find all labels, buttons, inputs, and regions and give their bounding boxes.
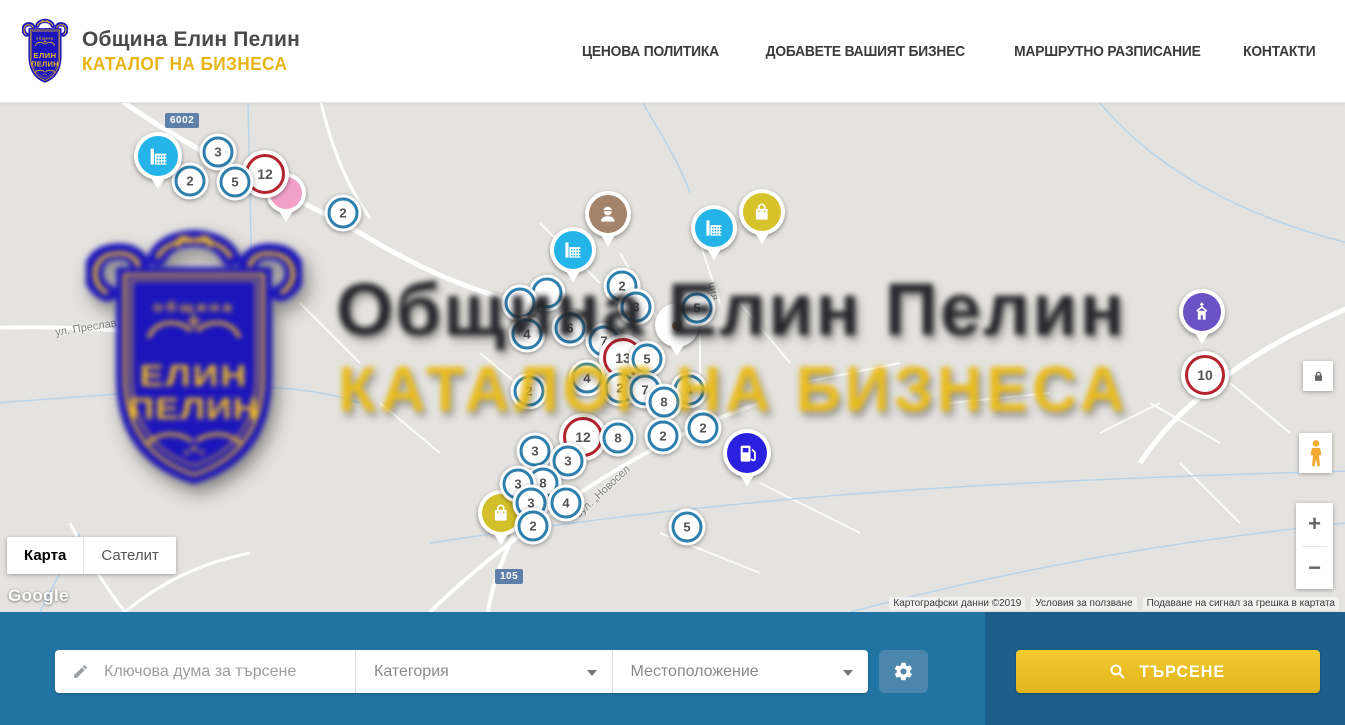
logo-subtitle: КАТАЛОГ НА БИЗНЕСА <box>82 54 291 75</box>
fuel-pin[interactable] <box>723 429 771 477</box>
factory-icon <box>554 231 592 269</box>
attribution-copyright: Картографски данни ©2019 <box>889 597 1025 610</box>
cluster-marker[interactable]: 5 <box>679 290 716 327</box>
cluster-count: 2 <box>645 418 682 455</box>
cluster-marker[interactable]: 2 <box>325 195 362 232</box>
municipality-coat-of-arms <box>22 16 68 86</box>
category-select[interactable]: Категория <box>355 650 612 693</box>
cluster-marker[interactable]: 8 <box>646 384 683 421</box>
nav-item[interactable]: ЦЕНОВА ПОЛИТИКА <box>582 43 719 60</box>
cluster-count: 5 <box>217 164 254 201</box>
marker-layer: 312252235647135427428221283383342510 <box>0 103 1345 612</box>
pencil-icon <box>72 663 89 680</box>
cluster-count: 2 <box>325 195 362 232</box>
zoom-in-button[interactable]: + <box>1296 503 1333 546</box>
cluster-count: 8 <box>646 384 683 421</box>
church-icon <box>1183 293 1221 331</box>
cluster-count: 6 <box>552 310 589 347</box>
pegman-icon <box>1305 438 1327 468</box>
cluster-count: 2 <box>515 508 552 545</box>
map-type-satellite-button[interactable]: Сателит <box>83 537 176 574</box>
cluster-count: 2 <box>685 410 722 447</box>
search-submit-label: ТЪРСЕНЕ <box>1140 662 1226 682</box>
worker-icon <box>589 195 627 233</box>
keyword-field-wrap <box>55 650 355 693</box>
map-type-control: Карта Сателит <box>7 537 176 574</box>
search-bar: Категория Местоположение ТЪРСЕНЕ <box>0 612 1345 725</box>
cluster-marker[interactable]: 5 <box>217 164 254 201</box>
cluster-count: 4 <box>569 360 606 397</box>
factory-pin[interactable] <box>134 132 182 180</box>
fullscreen-lock-control[interactable] <box>1303 361 1333 391</box>
zoom-control: + − <box>1296 503 1333 589</box>
category-select-value: Категория <box>374 663 449 681</box>
logo-title: Община Елин Пелин <box>82 28 300 52</box>
location-select-value: Местоположение <box>631 663 759 681</box>
cluster-marker[interactable]: 2 <box>685 410 722 447</box>
map-type-map-button[interactable]: Карта <box>7 537 83 574</box>
cluster-marker[interactable]: 2 <box>645 418 682 455</box>
cluster-marker[interactable]: 5 <box>669 509 706 546</box>
bag-icon <box>743 193 781 231</box>
cluster-marker[interactable]: 4 <box>548 485 585 522</box>
factory-icon <box>138 136 178 176</box>
cluster-marker[interactable]: 3 <box>618 289 655 326</box>
search-icon <box>1108 662 1127 681</box>
factory-pin[interactable] <box>550 227 596 273</box>
worker-pin[interactable] <box>585 191 631 237</box>
chevron-down-icon <box>587 670 597 681</box>
attribution-link[interactable]: Подаване на сигнал за грешка в картата <box>1143 597 1339 610</box>
location-select[interactable]: Местоположение <box>612 650 869 693</box>
cluster-count: 3 <box>618 289 655 326</box>
fuel-icon <box>727 433 767 473</box>
nav-item[interactable]: КОНТАКТИ <box>1244 43 1316 60</box>
cluster-marker[interactable]: 4 <box>569 360 606 397</box>
cluster-marker[interactable]: 6 <box>552 310 589 347</box>
site-header: Община Елин Пелин КАТАЛОГ НА БИЗНЕСА ЦЕН… <box>0 0 1345 103</box>
nav-item[interactable]: МАРШРУТНО РАЗПИСАНИЕ <box>1014 43 1201 60</box>
bag-pin[interactable] <box>739 189 785 235</box>
cluster-count: 2 <box>511 373 548 410</box>
keyword-search-input[interactable] <box>102 662 341 682</box>
cluster-count: 5 <box>679 290 716 327</box>
search-submit-button[interactable]: ТЪРСЕНЕ <box>1016 650 1320 693</box>
cluster-marker[interactable]: 4 <box>509 316 546 353</box>
cluster-count: 5 <box>669 509 706 546</box>
gear-icon <box>893 661 914 682</box>
lock-icon <box>1312 370 1325 383</box>
cluster-count: 8 <box>600 420 637 457</box>
nav-item[interactable]: ДОБАВЕТЕ ВАШИЯТ БИЗНЕС <box>766 43 965 60</box>
cluster-count: 10 <box>1181 351 1229 399</box>
advanced-search-button[interactable] <box>879 650 928 693</box>
cluster-count: 4 <box>548 485 585 522</box>
chevron-down-icon <box>843 670 853 681</box>
factory-pin[interactable] <box>691 205 737 251</box>
factory-icon <box>695 209 733 247</box>
map-canvas[interactable]: 312252235647135427428221283383342510 Общ… <box>0 103 1345 612</box>
attribution-link[interactable]: Условия за ползване <box>1031 597 1136 610</box>
zoom-out-button[interactable]: − <box>1296 547 1333 590</box>
cluster-marker[interactable]: 10 <box>1181 351 1229 399</box>
cluster-marker[interactable]: 2 <box>511 373 548 410</box>
pegman-control[interactable] <box>1299 433 1332 473</box>
cluster-marker[interactable]: 8 <box>600 420 637 457</box>
site-logo[interactable]: Община Елин Пелин КАТАЛОГ НА БИЗНЕСА <box>22 16 300 86</box>
church-pin[interactable] <box>1179 289 1225 335</box>
map-attribution: Картографски данни ©2019 Условия за полз… <box>889 597 1339 610</box>
main-nav: ЦЕНОВА ПОЛИТИКА ДОБАВЕТЕ ВАШИЯТ БИЗНЕС МАР… <box>544 43 1319 60</box>
search-fields: Категория Местоположение <box>55 650 868 693</box>
cluster-marker[interactable]: 2 <box>515 508 552 545</box>
google-logo[interactable]: Google <box>8 586 69 606</box>
cluster-count: 4 <box>509 316 546 353</box>
